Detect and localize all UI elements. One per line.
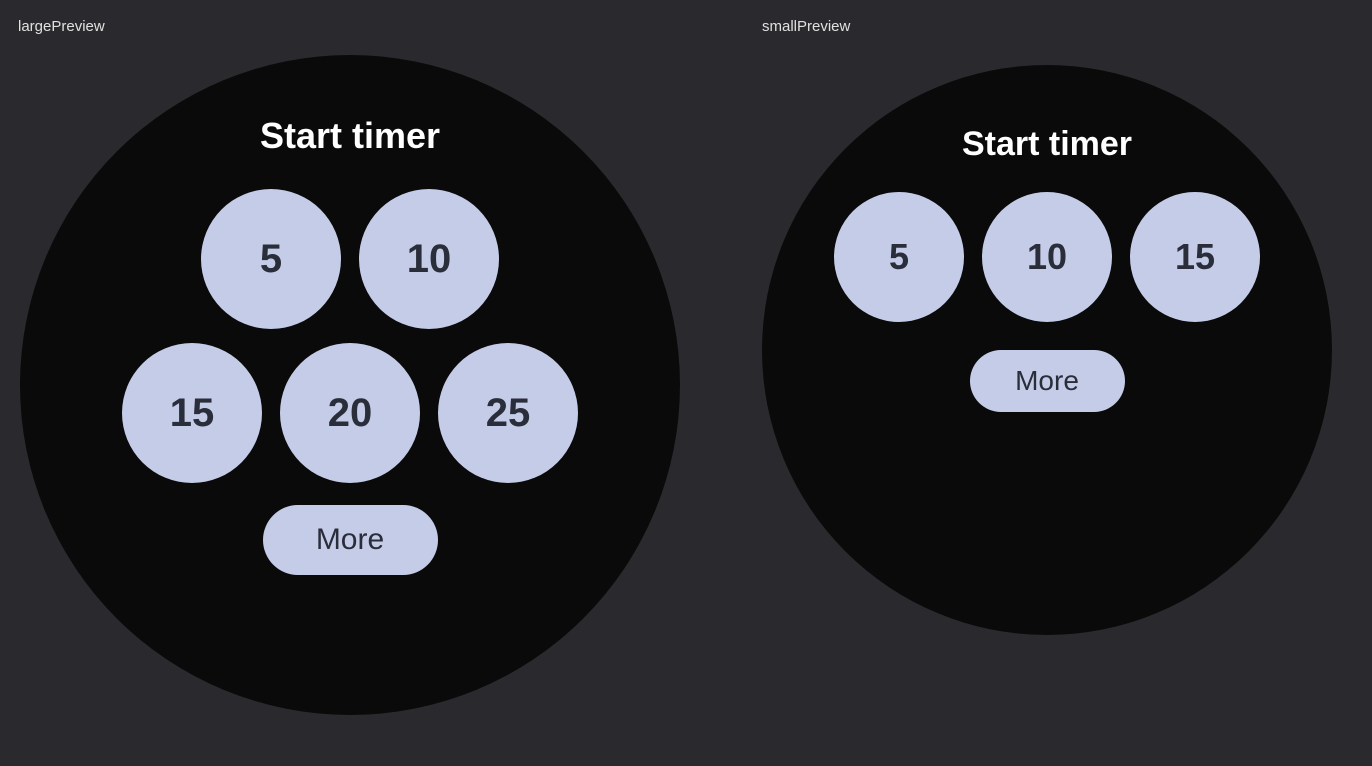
- large-preview-label: largePreview: [18, 18, 105, 35]
- large-more-button[interactable]: More: [263, 505, 438, 575]
- large-timer-btn-10[interactable]: 10: [359, 189, 499, 329]
- small-watch-title: Start timer: [962, 125, 1132, 164]
- small-timer-btn-10[interactable]: 10: [982, 192, 1112, 322]
- large-row-1: 5 10: [201, 189, 499, 329]
- large-timer-btn-15[interactable]: 15: [122, 343, 262, 483]
- small-timer-buttons: 5 10 15 More: [834, 192, 1260, 412]
- large-preview-container: Start timer 5 10 15 20 25 More: [20, 55, 700, 745]
- small-preview-label: smallPreview: [762, 18, 850, 35]
- large-timer-btn-20[interactable]: 20: [280, 343, 420, 483]
- large-watch-title: Start timer: [260, 115, 440, 157]
- small-row-1: 5 10 15: [834, 192, 1260, 322]
- large-row-2: 15 20 25: [122, 343, 578, 483]
- small-timer-btn-5[interactable]: 5: [834, 192, 964, 322]
- large-timer-btn-5[interactable]: 5: [201, 189, 341, 329]
- large-timer-buttons: 5 10 15 20 25 More: [122, 189, 578, 575]
- small-more-button[interactable]: More: [970, 350, 1125, 412]
- large-timer-btn-25[interactable]: 25: [438, 343, 578, 483]
- small-timer-btn-15[interactable]: 15: [1130, 192, 1260, 322]
- small-watch-face: Start timer 5 10 15 More: [762, 65, 1332, 635]
- large-watch-face: Start timer 5 10 15 20 25 More: [20, 55, 680, 715]
- small-preview-container: Start timer 5 10 15 More: [762, 55, 1352, 745]
